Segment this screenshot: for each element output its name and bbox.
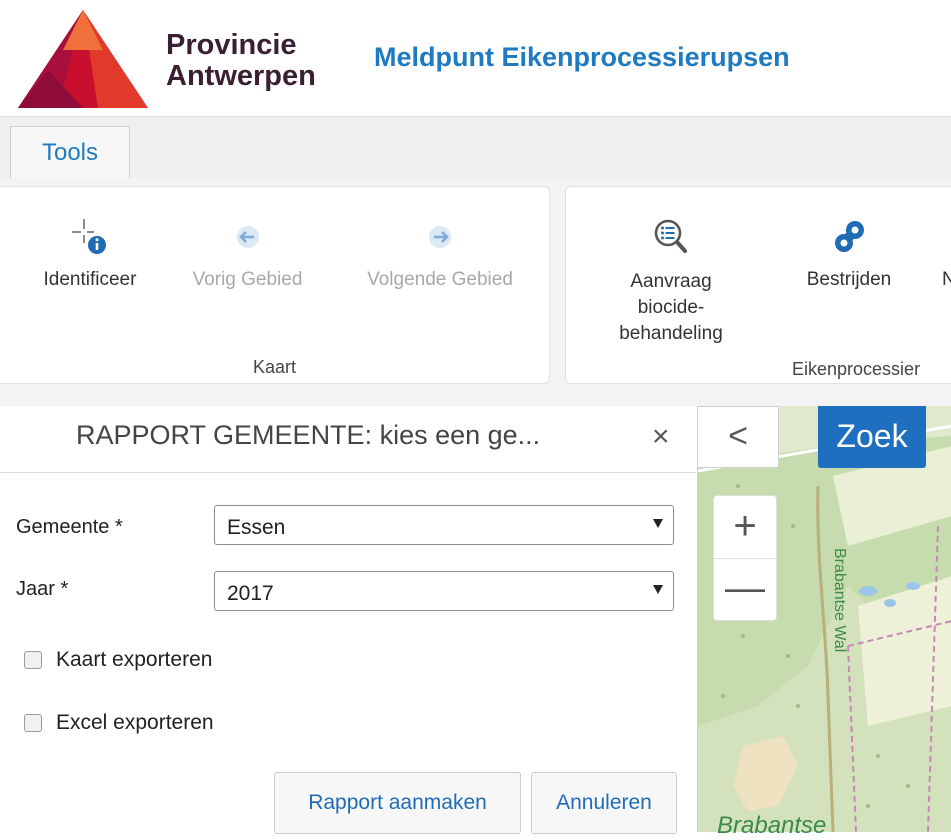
province-logo-icon xyxy=(18,10,148,108)
excel-export-checkbox[interactable] xyxy=(24,714,42,732)
search-button[interactable]: Zoek xyxy=(818,406,926,468)
jaar-label: Jaar * xyxy=(16,578,69,600)
biocide-request-label-3: behandeling xyxy=(619,323,723,344)
zoom-control: + — xyxy=(713,495,777,621)
combat-label: Bestrijden xyxy=(806,269,892,290)
combat-tool[interactable]: Bestrijden xyxy=(794,217,904,291)
jaar-value: 2017 xyxy=(227,582,274,605)
logo-line-2: Antwerpen xyxy=(166,60,316,92)
caterpillar-icon xyxy=(835,221,864,252)
arrow-right-icon xyxy=(429,226,451,248)
group-label-eikenprocessierupsen: Eikenprocessier xyxy=(792,359,921,379)
app-title: Meldpunt Eikenprocessierupsen xyxy=(374,42,790,72)
identify-icon xyxy=(72,219,106,254)
collapse-panel-button[interactable]: < xyxy=(697,406,779,468)
group-label-kaart: Kaart xyxy=(253,357,297,377)
ribbon: Identificeer Vorig Gebied Volgende Gebie… xyxy=(0,178,951,406)
gemeente-value: Essen xyxy=(227,516,286,539)
logo-text: Provincie Antwerpen xyxy=(166,30,316,92)
report-panel: RAPPORT GEMEENTE: kies een ge... × Gemee… xyxy=(0,406,696,834)
biocide-request-label-2: biocide- xyxy=(637,297,705,318)
jaar-select[interactable]: 2017 xyxy=(214,571,674,611)
kaart-export-checkbox[interactable] xyxy=(24,651,42,669)
ribbon-group-kaart: Identificeer Vorig Gebied Volgende Gebie… xyxy=(0,186,550,384)
excel-export-label: Excel exporteren xyxy=(56,711,214,734)
gemeente-select[interactable]: Essen xyxy=(214,505,674,545)
header: Provincie Antwerpen Meldpunt Eikenproces… xyxy=(0,0,951,116)
kaart-export-label: Kaart exporteren xyxy=(56,648,213,671)
logo-line-1: Provincie xyxy=(166,29,297,61)
next-area-label: Volgende Gebied xyxy=(367,269,513,290)
create-report-button[interactable]: Rapport aanmaken xyxy=(274,772,521,834)
zoom-in-button[interactable]: + xyxy=(714,496,776,559)
gemeente-label: Gemeente * xyxy=(16,516,123,538)
tab-tools[interactable]: Tools xyxy=(10,126,130,179)
panel-header: RAPPORT GEMEENTE: kies een ge... × xyxy=(0,406,696,473)
identify-tool[interactable]: Identificeer xyxy=(25,217,155,291)
dropdown-arrow-icon xyxy=(653,585,663,594)
biocide-request-label-1: Aanvraag xyxy=(630,271,712,292)
identify-label: Identificeer xyxy=(43,269,137,290)
next-tool-partial[interactable]: N xyxy=(942,269,951,291)
panel-title: RAPPORT GEMEENTE: kies een ge... xyxy=(76,420,541,450)
partial-tool-label: N xyxy=(942,269,951,290)
previous-area-tool[interactable]: Vorig Gebied xyxy=(180,217,315,291)
cancel-button[interactable]: Annuleren xyxy=(531,772,677,834)
ribbon-group-eikenprocessierupsen: Aanvraag biocide- behandeling Bestrijden… xyxy=(565,186,951,384)
close-icon[interactable]: × xyxy=(652,420,670,454)
arrow-left-icon xyxy=(236,226,259,248)
next-area-tool[interactable]: Volgende Gebied xyxy=(350,217,530,291)
biocide-request-tool[interactable]: Aanvraag biocide- behandeling xyxy=(606,217,736,347)
previous-area-label: Vorig Gebied xyxy=(192,269,303,290)
map-label-brabantse: Brabantse xyxy=(717,812,827,839)
dropdown-arrow-icon xyxy=(653,519,663,528)
ribbon-tabbar: Tools xyxy=(0,116,951,180)
map-label-brabantse-wal: Brabantse Wal xyxy=(831,548,848,653)
search-list-icon xyxy=(654,219,687,253)
zoom-out-button[interactable]: — xyxy=(714,558,776,620)
